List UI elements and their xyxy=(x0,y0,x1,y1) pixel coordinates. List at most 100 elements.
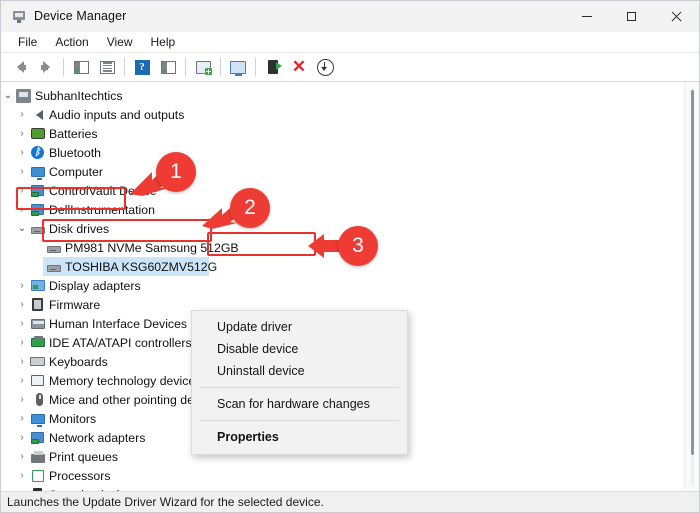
forward-button[interactable] xyxy=(34,56,58,78)
printer-icon xyxy=(29,450,46,463)
device-tree-pane: ⌄ SubhanItechtics › Audio inputs and out… xyxy=(1,82,699,491)
chevron-right-icon[interactable]: › xyxy=(15,447,29,466)
title-bar: Device Manager xyxy=(1,1,699,32)
tree-item-label: Computer xyxy=(49,164,103,179)
status-bar-text: Launches the Update Driver Wizard for th… xyxy=(7,495,324,509)
tree-item-display-adapters[interactable]: › Display adapters xyxy=(1,276,685,295)
menu-action[interactable]: Action xyxy=(46,33,97,51)
speaker-icon xyxy=(29,109,46,120)
mouse-icon xyxy=(29,393,46,406)
chevron-right-icon[interactable]: › xyxy=(15,390,29,409)
chevron-right-icon[interactable]: › xyxy=(15,295,29,314)
chevron-right-icon[interactable]: › xyxy=(15,466,29,485)
disk-icon xyxy=(45,261,62,272)
help-button[interactable]: ? xyxy=(130,56,154,78)
back-button[interactable] xyxy=(8,56,32,78)
chevron-right-icon[interactable]: › xyxy=(15,181,29,200)
context-menu-item-uninstall-device[interactable]: Uninstall device xyxy=(192,360,407,382)
tree-item-label: PM981 NVMe Samsung 512GB xyxy=(65,240,239,255)
tree-item-label: Processors xyxy=(49,468,111,483)
tree-item-label: IDE ATA/ATAPI controllers xyxy=(49,335,192,350)
download-button[interactable] xyxy=(313,56,337,78)
minimize-button[interactable] xyxy=(564,1,609,31)
chevron-right-icon[interactable]: › xyxy=(15,485,29,491)
tree-item-label: DellInstrumentation xyxy=(49,202,155,217)
toolbar-separator xyxy=(255,58,256,76)
disk-icon xyxy=(29,223,46,234)
context-menu-item-update-driver[interactable]: Update driver xyxy=(192,316,407,338)
tree-item-label: Display adapters xyxy=(49,278,141,293)
tree-item-label: Firmware xyxy=(49,297,101,312)
tree-item-bluetooth[interactable]: › ᛒ Bluetooth xyxy=(1,143,685,162)
context-menu-item-scan-for-hardware-changes[interactable]: Scan for hardware changes xyxy=(192,393,407,415)
tree-item-processors[interactable]: › Processors xyxy=(1,466,685,485)
scrollbar-thumb[interactable] xyxy=(691,90,694,455)
tree-item-security-devices[interactable]: › Security devices xyxy=(1,485,685,491)
context-menu: Update driver Disable device Uninstall d… xyxy=(191,310,408,455)
menu-view[interactable]: View xyxy=(98,33,142,51)
chevron-right-icon[interactable]: › xyxy=(15,143,29,162)
enable-device-button[interactable] xyxy=(261,56,285,78)
enable-device-icon xyxy=(268,60,282,74)
context-menu-item-disable-device[interactable]: Disable device xyxy=(192,338,407,360)
scan-for-hardware-changes-icon xyxy=(195,60,212,75)
toolbar-separator xyxy=(220,58,221,76)
tree-item-batteries[interactable]: › Batteries xyxy=(1,124,685,143)
chevron-down-icon[interactable]: ⌄ xyxy=(1,86,15,105)
tree-item-dellinstrumentation[interactable]: › DellInstrumentation xyxy=(1,200,685,219)
menu-file[interactable]: File xyxy=(9,33,46,51)
tree-item-label: Bluetooth xyxy=(49,145,101,160)
chevron-right-icon[interactable]: › xyxy=(15,371,29,390)
tree-item-label: Audio inputs and outputs xyxy=(49,107,185,122)
show-hidden-devices-button[interactable] xyxy=(69,56,93,78)
badge-number: 1 xyxy=(170,160,182,183)
properties-button[interactable] xyxy=(95,56,119,78)
view-details-button[interactable] xyxy=(156,56,180,78)
network-device-icon xyxy=(29,432,46,444)
chevron-right-icon[interactable]: › xyxy=(15,352,29,371)
download-icon xyxy=(316,58,334,76)
tree-item-label: Human Interface Devices xyxy=(49,316,188,331)
close-icon xyxy=(671,11,682,22)
show-hidden-devices-icon xyxy=(73,60,89,74)
bluetooth-icon: ᛒ xyxy=(29,146,46,159)
toolbar-separator xyxy=(63,58,64,76)
chevron-right-icon[interactable]: › xyxy=(15,409,29,428)
disk-icon xyxy=(45,242,62,253)
uninstall-device-button[interactable]: ✕ xyxy=(287,56,311,78)
vertical-scrollbar[interactable] xyxy=(684,82,699,491)
close-button[interactable] xyxy=(654,1,699,31)
tree-item-audio[interactable]: › Audio inputs and outputs xyxy=(1,105,685,124)
chevron-down-icon[interactable]: ⌄ xyxy=(15,219,29,238)
chevron-right-icon[interactable]: › xyxy=(15,105,29,124)
monitor-icon xyxy=(29,413,46,427)
maximize-button[interactable] xyxy=(609,1,654,31)
context-menu-item-properties[interactable]: Properties xyxy=(192,426,407,448)
tree-item-label: Batteries xyxy=(49,126,98,141)
processor-icon xyxy=(29,469,46,482)
tree-item-label: Print queues xyxy=(49,449,119,464)
chevron-right-icon[interactable]: › xyxy=(15,200,29,219)
tree-item-label: Memory technology devices xyxy=(49,373,202,388)
tree-item-controlvault-device[interactable]: › ControlVault Device xyxy=(1,181,685,200)
chevron-right-icon[interactable]: › xyxy=(15,314,29,333)
annotation-badge-2: 2 xyxy=(230,188,270,228)
display-adapter-icon xyxy=(29,280,46,291)
chevron-right-icon[interactable]: › xyxy=(15,428,29,447)
update-driver-button[interactable] xyxy=(226,56,250,78)
scan-for-hardware-changes-button[interactable] xyxy=(191,56,215,78)
network-device-icon xyxy=(29,204,46,216)
memory-icon xyxy=(29,375,46,386)
chevron-right-icon[interactable]: › xyxy=(15,124,29,143)
chevron-right-icon[interactable]: › xyxy=(15,276,29,295)
tree-item-computer[interactable]: › Computer xyxy=(1,162,685,181)
tree-item-root[interactable]: ⌄ SubhanItechtics xyxy=(1,86,685,105)
computer-icon xyxy=(15,88,32,103)
menu-bar: File Action View Help xyxy=(1,32,699,53)
menu-help[interactable]: Help xyxy=(142,33,185,51)
chevron-right-icon[interactable]: › xyxy=(15,333,29,352)
chevron-right-icon[interactable]: › xyxy=(15,162,29,181)
help-icon: ? xyxy=(134,59,150,75)
annotation-badge-3: 3 xyxy=(338,226,378,266)
monitor-icon xyxy=(29,166,46,180)
